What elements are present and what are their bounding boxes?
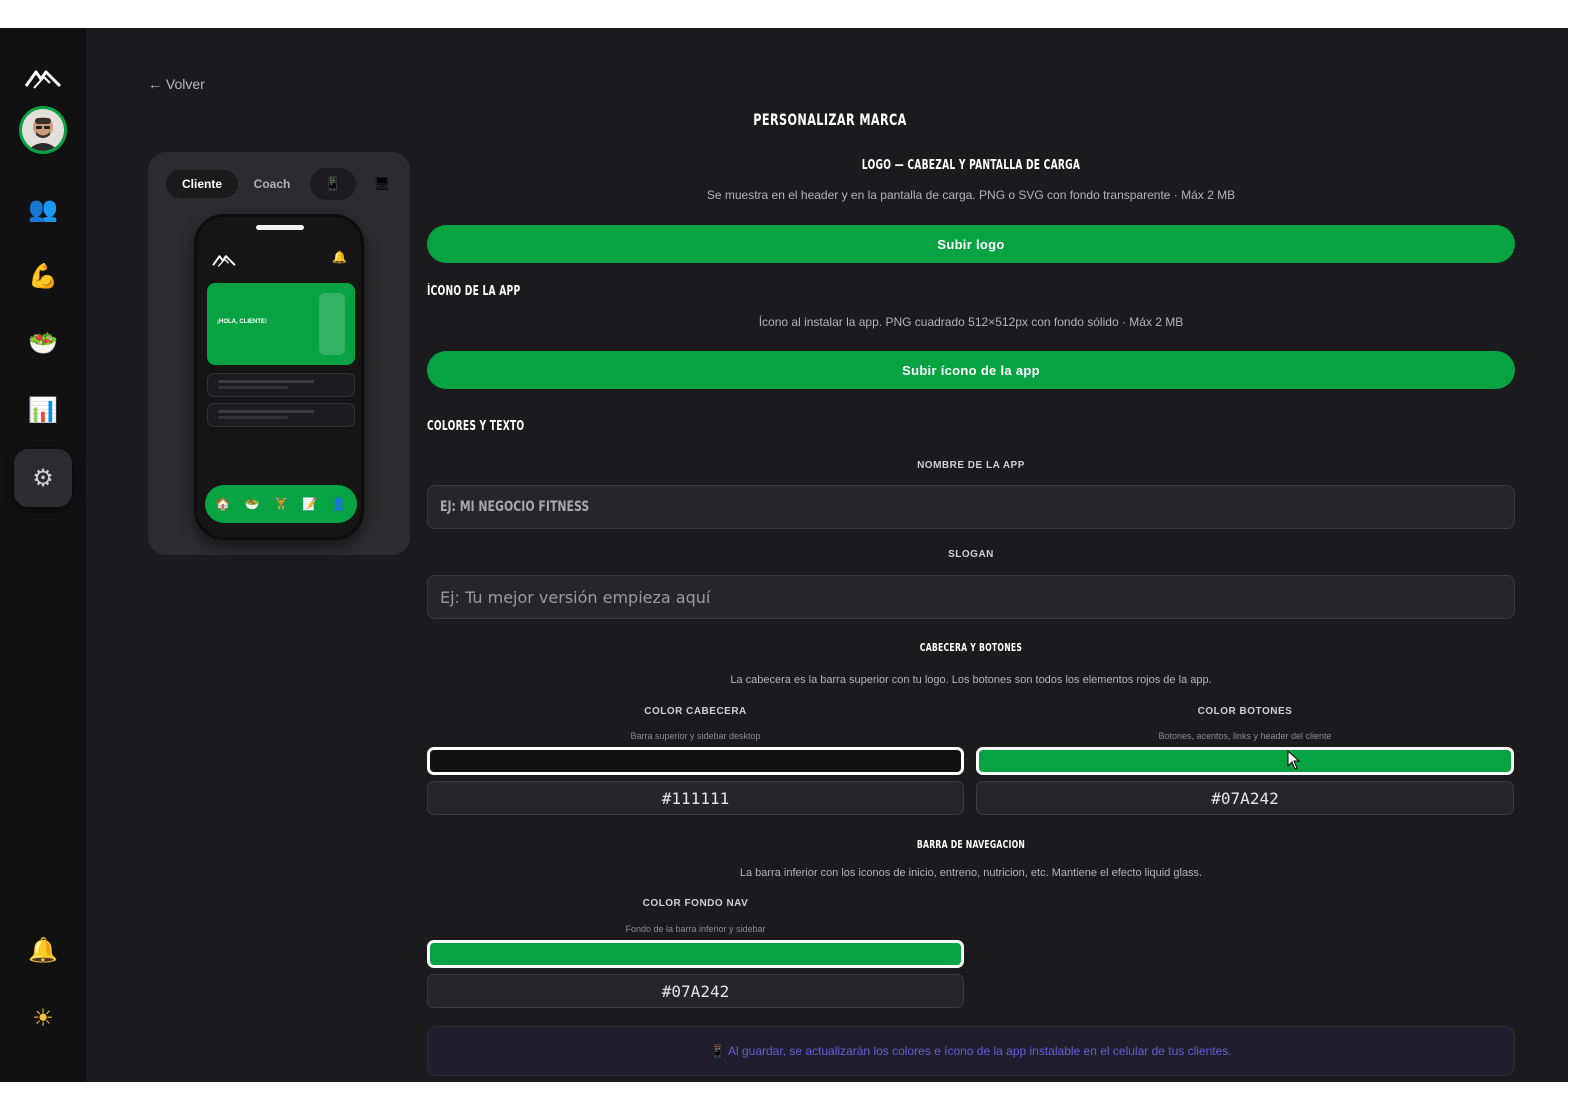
save-info-banner: 📱 Al guardar, se actualizarán los colore… (427, 1026, 1515, 1076)
mouse-cursor-icon (1287, 750, 1301, 770)
monitor-icon: 🖥 (373, 176, 391, 192)
salad-icon: 🥗 (28, 329, 58, 357)
preview-tabs: Cliente Coach 📱 🖥 (164, 168, 396, 200)
app-name-placeholder: EJ: MI NEGOCIO FITNESS (440, 499, 590, 515)
navbar-section-description: La barra inferior con los iconos de inic… (739, 867, 1203, 879)
button-color-hint: Botones, acentos, links y header del cli… (1158, 731, 1332, 741)
phone-list-item (207, 403, 355, 427)
desktop-view-button[interactable]: 🖥 (364, 168, 400, 200)
sidebar-item-theme[interactable]: ☀ (14, 989, 72, 1047)
muscle-icon: 💪 (28, 262, 58, 290)
header-color-swatch[interactable] (427, 747, 964, 775)
sidebar: 👥 💪 🥗 📊 ⚙ 🔔 ☀ (0, 28, 86, 1082)
avatar[interactable] (19, 106, 67, 154)
phone-list-item (207, 373, 355, 397)
tab-cliente[interactable]: Cliente (166, 170, 238, 198)
phone-card-pill (319, 293, 345, 355)
phone-bottom-nav: 🏠 🥗 🏋 📝 👤 (205, 485, 357, 523)
phone-hero-card: ¡HOLA, CLIENTE! (207, 283, 355, 365)
phone-bell-icon: 🔔 (332, 250, 347, 264)
main-area: ← Volver Cliente Coach 📱 🖥 🔔 ¡HOLA, CLIE… (86, 28, 1568, 1082)
slogan-input[interactable]: Ej: Tu mejor versión empieza aquí (427, 575, 1515, 619)
slogan-placeholder: Ej: Tu mejor versión empieza aquí (440, 587, 711, 607)
tab-coach[interactable]: Coach (240, 170, 304, 198)
header-color-hex-input[interactable]: #111111 (427, 781, 964, 815)
home-icon: 🏠 (215, 497, 231, 511)
sidebar-item-settings[interactable]: ⚙ (14, 449, 72, 507)
header-color-label: COLOR CABECERA (644, 706, 747, 717)
phone-mockup: 🔔 ¡HOLA, CLIENTE! 🏠 🥗 🏋 📝 👤 (194, 214, 364, 540)
gear-icon: ⚙ (32, 464, 54, 492)
header-color-hint: Barra superior y sidebar desktop (630, 731, 761, 741)
colors-section-title: COLORES Y TEXTO (427, 419, 525, 434)
phone-greeting: ¡HOLA, CLIENTE! (217, 319, 267, 325)
icon-section-title: ÍCONO DE LA APP (427, 284, 521, 299)
nav-color-hint: Fondo de la barra inferior y sidebar (625, 924, 766, 934)
phone-icon: 📱 (324, 176, 342, 192)
bell-icon: 🔔 (28, 936, 58, 964)
chart-icon: 📊 (28, 396, 58, 424)
users-icon: 👥 (28, 195, 58, 223)
nutrition-icon: 🥗 (244, 497, 260, 511)
button-color-swatch[interactable] (976, 747, 1514, 775)
upload-app-icon-button[interactable]: Subir ícono de la app (427, 351, 1515, 389)
page-title: PERSONALIZAR MARCA (753, 110, 907, 129)
app-name-input[interactable]: EJ: MI NEGOCIO FITNESS (427, 485, 1515, 529)
slogan-label: SLOGAN (948, 549, 994, 560)
brand-preview-panel: Cliente Coach 📱 🖥 🔔 ¡HOLA, CLIENTE! 🏠 🥗 … (148, 152, 410, 555)
back-link[interactable]: ← Volver (148, 76, 205, 92)
button-color-label: COLOR BOTONES (1197, 706, 1293, 717)
logo-section-description: Se muestra en el header y en la pantalla… (706, 188, 1236, 202)
nav-color-swatch[interactable] (427, 940, 964, 968)
app-name-label: NOMBRE DE LA APP (917, 460, 1025, 471)
sidebar-item-notifications[interactable]: 🔔 (14, 921, 72, 979)
phone-notch (256, 225, 304, 230)
save-info-text: 📱 Al guardar, se actualizarán los colore… (710, 1044, 1232, 1058)
branding-form: PERSONALIZAR MARCA LOGO — CABEZAL Y PANT… (427, 28, 1515, 1082)
sidebar-item-training[interactable]: 💪 (14, 247, 72, 305)
app-window: 👥 💪 🥗 📊 ⚙ 🔔 ☀ ← Volver Cliente Coach 📱 🖥… (0, 28, 1568, 1082)
header-buttons-title: CABECERA Y BOTONES (919, 641, 1023, 654)
phone-logo-icon (212, 255, 236, 267)
button-color-hex-input[interactable]: #07A242 (976, 781, 1514, 815)
profile-icon: 👤 (331, 497, 347, 511)
header-buttons-description: La cabecera es la barra superior con tu … (730, 674, 1212, 686)
workout-icon: 🏋 (273, 497, 289, 511)
navbar-section-title: BARRA DE NAVEGACION (916, 838, 1026, 851)
mobile-view-button[interactable]: 📱 (310, 168, 356, 200)
icon-section-description: Ícono al instalar la app. PNG cuadrado 5… (758, 315, 1184, 329)
brand-logo-icon[interactable] (24, 64, 62, 92)
nav-color-hex-input[interactable]: #07A242 (427, 974, 964, 1008)
sun-icon: ☀ (32, 1004, 54, 1032)
upload-logo-button[interactable]: Subir logo (427, 225, 1515, 263)
notes-icon: 📝 (302, 497, 318, 511)
sidebar-item-clients[interactable]: 👥 (14, 180, 72, 238)
sidebar-item-stats[interactable]: 📊 (14, 381, 72, 439)
sidebar-item-nutrition[interactable]: 🥗 (14, 314, 72, 372)
logo-section-title: LOGO — CABEZAL Y PANTALLA DE CARGA (861, 158, 1081, 173)
nav-color-label: COLOR FONDO NAV (642, 898, 749, 909)
